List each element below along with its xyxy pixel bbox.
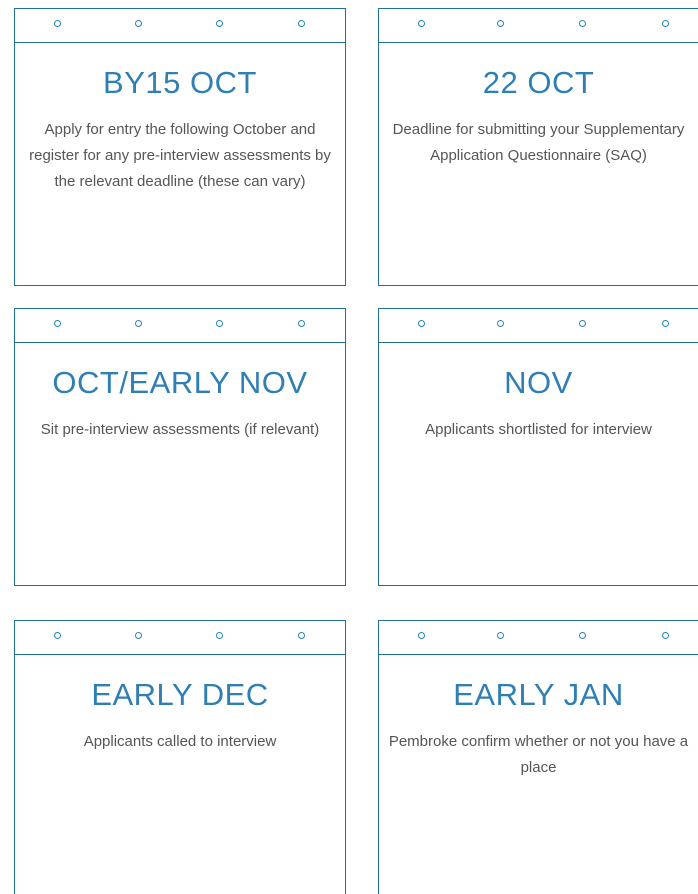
binder-ring-icon (662, 20, 669, 27)
card-date: OCT/EARLY NOV (52, 365, 308, 400)
timeline-card-saq-deadline: 22 OCT Deadline for submitting your Supp… (378, 8, 698, 286)
binder-ring-icon (497, 320, 504, 327)
binder-ring-icon (418, 632, 425, 639)
card-header-strip (15, 9, 345, 43)
card-date: 22 OCT (482, 65, 595, 100)
card-header-strip (379, 621, 698, 655)
binder-ring-icon (135, 20, 142, 27)
binder-ring-icon (135, 632, 142, 639)
binder-ring-icon (298, 632, 305, 639)
card-header-strip (379, 309, 698, 343)
binder-ring-icon (662, 320, 669, 327)
binder-ring-icon (418, 320, 425, 327)
binder-ring-icon (579, 20, 586, 27)
card-description: Applicants called to interview (83, 733, 277, 750)
binder-ring-icon (216, 20, 223, 27)
timeline-card-apply: BY15 OCT Apply for entry the following O… (14, 8, 346, 286)
binder-ring-icon (216, 320, 223, 327)
binder-ring-icon (216, 632, 223, 639)
binder-ring-icon (135, 320, 142, 327)
binder-ring-icon (54, 632, 61, 639)
binder-ring-icon (662, 632, 669, 639)
timeline-card-assessments: OCT/EARLY NOV Sit pre-interview assessme… (14, 308, 346, 586)
card-date: BY15 OCT (103, 65, 257, 100)
binder-ring-icon (497, 632, 504, 639)
binder-ring-icon (54, 320, 61, 327)
card-header-strip (15, 309, 345, 343)
card-date: EARLY JAN (453, 677, 624, 712)
binder-ring-icon (298, 320, 305, 327)
binder-ring-icon (579, 320, 586, 327)
binder-ring-icon (298, 20, 305, 27)
timeline-card-shortlist: NOV Applicants shortlisted for interview (378, 308, 698, 586)
card-header-strip (15, 621, 345, 655)
binder-ring-icon (54, 20, 61, 27)
binder-ring-icon (418, 20, 425, 27)
card-date: NOV (504, 365, 573, 400)
card-header-strip (379, 9, 698, 43)
binder-ring-icon (497, 20, 504, 27)
card-description: Pembroke confirm whether or not you have… (388, 733, 689, 776)
timeline-card-interview: EARLY DEC Applicants called to interview (14, 620, 346, 894)
card-description: Applicants shortlisted for interview (425, 421, 652, 438)
timeline-card-decision: EARLY JAN Pembroke confirm whether or no… (378, 620, 698, 894)
card-date: EARLY DEC (91, 677, 269, 712)
binder-ring-icon (579, 632, 586, 639)
card-description: Sit pre-interview assessments (if releva… (40, 421, 320, 438)
card-description: Apply for entry the following October an… (29, 121, 331, 190)
card-description: Deadline for submitting your Supplementa… (392, 121, 685, 164)
